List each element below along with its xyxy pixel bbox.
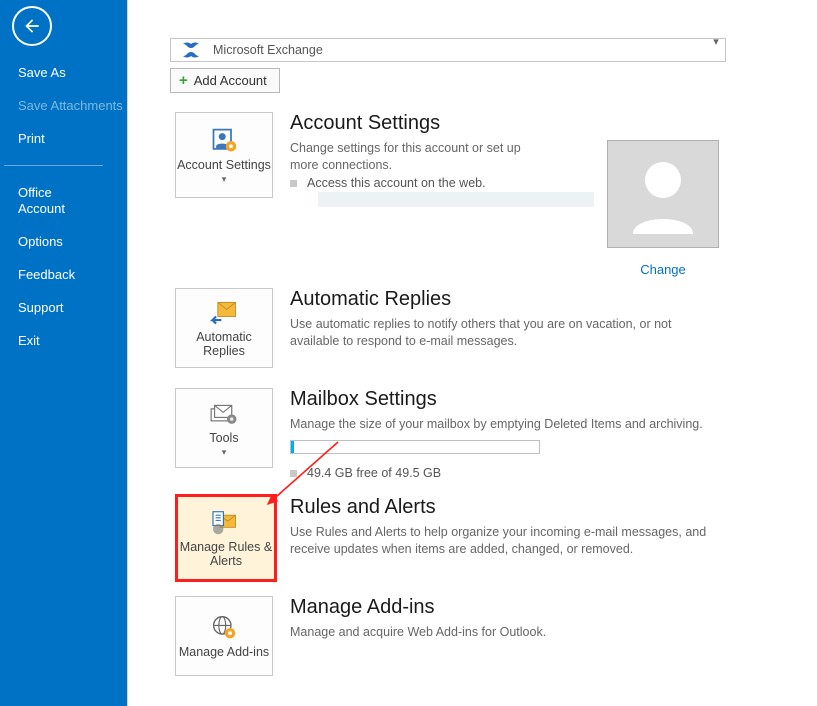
mailbox-free-text: 49.4 GB free of 49.5 GB <box>307 466 441 480</box>
backstage-sidebar: Save As Save Attachments Print OfficeAcc… <box>0 0 127 706</box>
sidebar-item-exit[interactable]: Exit <box>0 324 127 357</box>
section-title-automatic-replies: Automatic Replies <box>290 288 451 311</box>
section-title-rules: Rules and Alerts <box>290 496 436 519</box>
tile-manage-rules-alerts[interactable]: Manage Rules & Alerts <box>175 494 277 582</box>
sidebar-item-save-attachments: Save Attachments <box>0 89 127 122</box>
bullet-web-access: Access this account on the web. <box>290 176 486 190</box>
sidebar-item-print[interactable]: Print <box>0 122 127 155</box>
tile-tools-label: Tools <box>209 431 238 445</box>
change-avatar-link[interactable]: Change <box>607 262 719 277</box>
back-button[interactable] <box>12 6 52 46</box>
caret-down-icon: ▾ <box>222 174 227 185</box>
sidebar-separator <box>4 165 103 166</box>
bullet-square-icon <box>290 180 297 187</box>
plus-icon: + <box>179 73 188 88</box>
add-account-button[interactable]: + Add Account <box>170 68 280 93</box>
mailbox-usage-meter <box>290 440 540 454</box>
content-area: Microsoft Exchange ▾ + Add Account Accou… <box>127 0 817 706</box>
section-desc-account-settings: Change settings for this account or set … <box>290 140 550 174</box>
rules-alerts-icon <box>211 508 241 538</box>
addins-icon <box>210 613 238 643</box>
section-desc-addins: Manage and acquire Web Add-ins for Outlo… <box>290 624 546 641</box>
sidebar-item-save-as[interactable]: Save As <box>0 56 127 89</box>
caret-down-icon: ▾ <box>222 447 227 458</box>
account-select[interactable]: Microsoft Exchange ▾ <box>170 38 726 62</box>
bullet-square-icon <box>290 470 297 477</box>
bullet-mailbox-free: 49.4 GB free of 49.5 GB <box>290 466 441 480</box>
section-title-account-settings: Account Settings <box>290 112 440 135</box>
mailbox-usage-meter-used <box>291 441 294 453</box>
tile-automatic-replies[interactable]: Automatic Replies <box>175 288 273 368</box>
section-desc-rules: Use Rules and Alerts to help organize yo… <box>290 524 720 558</box>
tools-icon <box>209 399 239 429</box>
sidebar-item-options[interactable]: Options <box>0 225 127 258</box>
avatar-block: Change <box>607 140 719 277</box>
sidebar-item-office-account[interactable]: OfficeAccount <box>0 176 127 225</box>
sidebar-item-support[interactable]: Support <box>0 291 127 324</box>
redacted-link <box>318 192 594 207</box>
automatic-replies-icon <box>209 298 239 328</box>
section-desc-automatic-replies: Use automatic replies to notify others t… <box>290 316 720 350</box>
section-desc-mailbox: Manage the size of your mailbox by empty… <box>290 416 703 433</box>
tile-manage-addins[interactable]: Manage Add-ins <box>175 596 273 676</box>
tile-account-settings-label: Account Settings <box>177 158 271 172</box>
section-title-mailbox: Mailbox Settings <box>290 388 437 411</box>
section-title-addins: Manage Add-ins <box>290 596 435 619</box>
account-settings-icon <box>210 126 238 156</box>
sidebar-item-feedback[interactable]: Feedback <box>0 258 127 291</box>
avatar-placeholder <box>607 140 719 248</box>
add-account-label: Add Account <box>194 73 267 88</box>
tile-automatic-replies-label: Automatic Replies <box>176 330 272 358</box>
person-icon <box>627 154 699 234</box>
tile-account-settings[interactable]: Account Settings ▾ <box>175 112 273 198</box>
tile-tools[interactable]: Tools ▾ <box>175 388 273 468</box>
chevron-down-icon: ▾ <box>709 31 723 51</box>
arrow-left-icon <box>22 16 42 36</box>
exchange-icon <box>171 42 203 58</box>
tile-manage-addins-label: Manage Add-ins <box>179 645 269 659</box>
tile-manage-rules-label: Manage Rules & Alerts <box>178 540 274 569</box>
bullet-web-access-text: Access this account on the web. <box>307 176 486 190</box>
account-select-text: Microsoft Exchange <box>203 43 725 57</box>
